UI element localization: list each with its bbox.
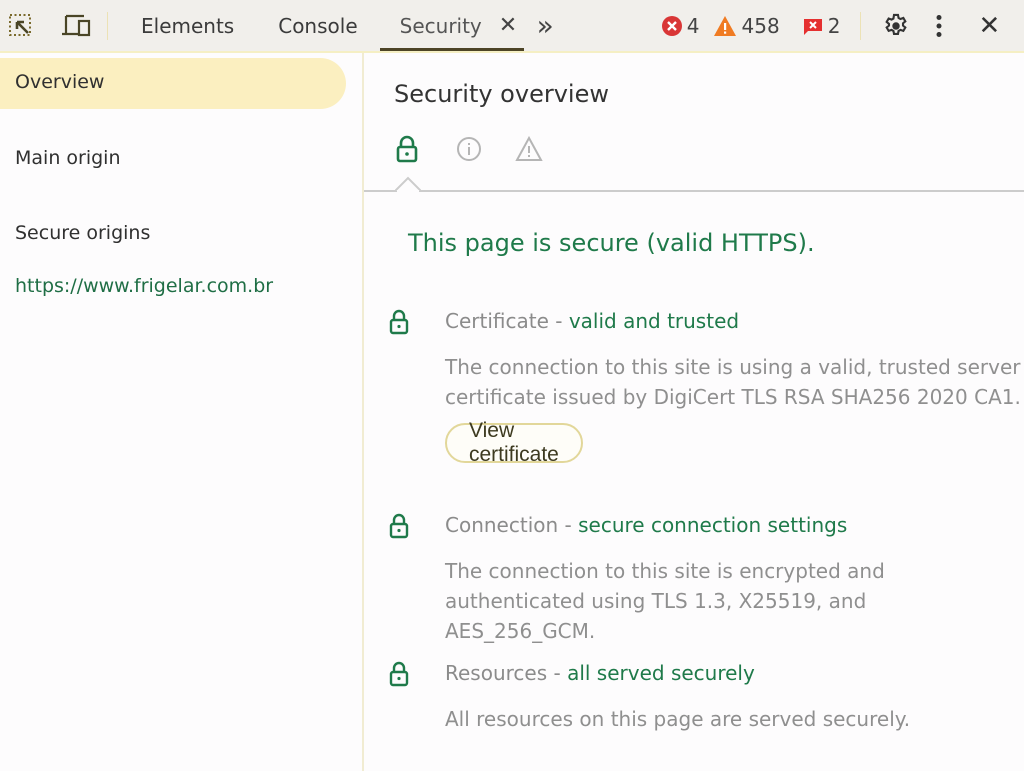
warning-icon [713,15,736,36]
view-certificate-button[interactable]: View certificate [445,419,583,466]
close-icon[interactable]: ✕ [976,10,1002,42]
security-filter-icons [394,135,543,163]
tab-security[interactable]: Security ✕ [379,0,524,51]
sidebar-item-overview[interactable]: Overview [0,58,346,109]
section-title: Certificate - valid and trusted [445,309,739,333]
section-separator: - [547,661,568,685]
error-icon [661,15,682,36]
security-summary: This page is secure (valid HTTPS). [408,229,815,257]
tab-console[interactable]: Console [278,0,357,51]
error-count: 4 [686,13,700,38]
sidebar-item-main-origin[interactable]: Main origin [15,147,121,169]
section-title: Connection - secure connection settings [445,513,847,537]
inspect-element-icon[interactable] [5,10,37,42]
section-separator: - [548,309,569,333]
section-title: Resources - all served securely [445,661,755,685]
section-status: all served securely [567,661,755,685]
device-toolbar-icon[interactable] [59,10,93,42]
secure-lock-icon[interactable] [394,135,420,163]
section-description: The connection to this site is encrypted… [445,559,885,643]
section-name: Connection [445,513,559,537]
devtools-toolbar: Elements Console Security ✕ » 4 458 2 ✕ [0,0,1024,53]
section-name: Resources [445,661,548,685]
lock-icon [388,513,410,543]
warning-count: 458 [741,13,780,38]
section-status: secure connection settings [578,513,848,537]
toolbar-divider [860,11,862,40]
section-name: Certificate [445,309,549,333]
section-description: All resources on this page are served se… [445,707,911,731]
section-status: valid and trusted [568,309,740,333]
lock-icon [388,661,410,691]
error-counter[interactable]: 4 [661,14,700,38]
kebab-menu-icon[interactable] [932,10,946,42]
warning-counter[interactable]: 458 [713,14,780,38]
more-tabs-icon[interactable]: » [537,11,554,40]
security-sidebar: Overview Main origin Secure origins http… [0,53,364,771]
sidebar-section-secure-origins: Secure origins [15,222,151,244]
close-tab-icon[interactable]: ✕ [499,13,517,38]
selected-filter-indicator [395,176,421,192]
sidebar-item-label: Overview [15,71,105,93]
section-separator: - [558,513,579,537]
issues-count: 2 [827,13,841,38]
gear-icon[interactable] [880,10,912,42]
toolbar-divider [107,11,108,40]
sidebar-item-origin[interactable]: https://www.frigelar.com.br [15,275,273,297]
info-icon[interactable] [456,136,482,162]
issues-counter[interactable]: 2 [802,13,841,38]
lock-icon [388,309,410,339]
issue-flag-icon [803,18,822,35]
tab-security-label: Security [399,13,482,38]
section-description: The connection to this site is using a v… [445,355,1021,409]
security-overview-panel: Security overview This page is secure (v… [364,53,1024,771]
tab-elements[interactable]: Elements [141,0,234,51]
warning-triangle-icon[interactable] [515,136,543,162]
filter-divider [364,190,1024,192]
page-title: Security overview [394,80,609,108]
